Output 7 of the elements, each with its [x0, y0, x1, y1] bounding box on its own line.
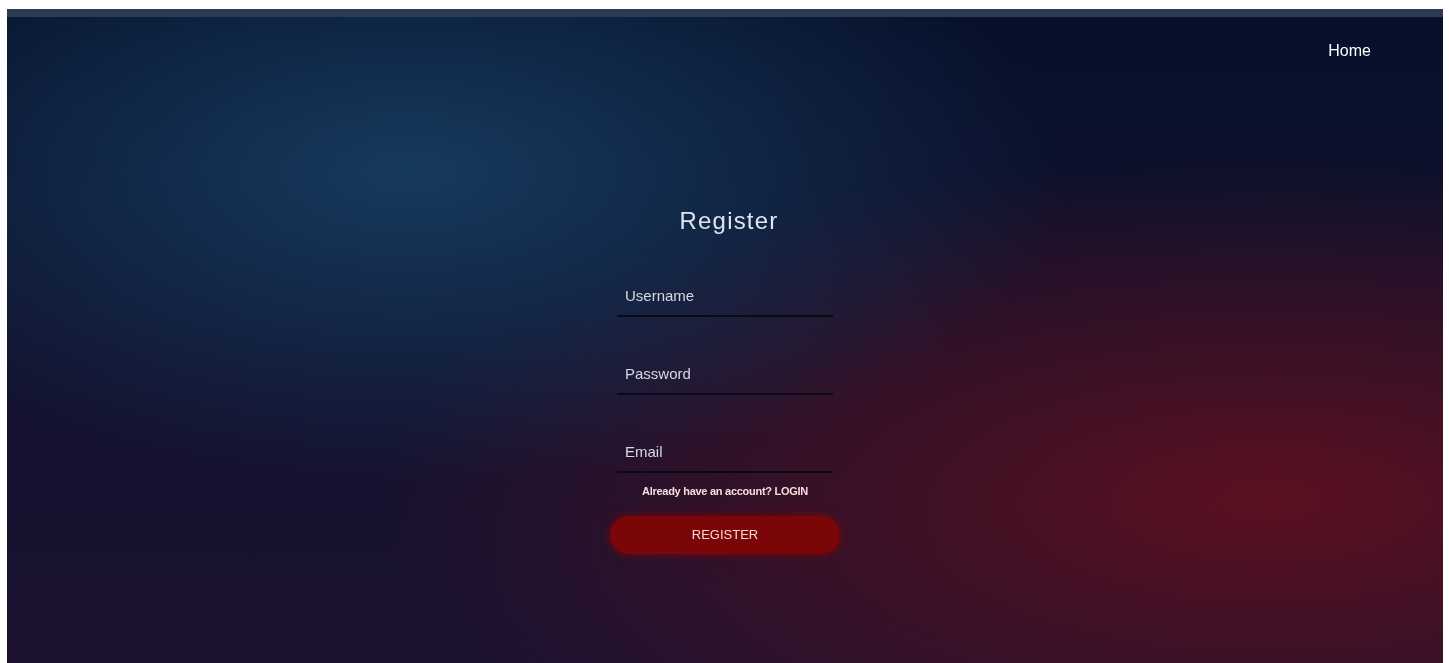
input-field[interactable]: Username — [617, 275, 833, 317]
register-button[interactable]: REGISTER — [610, 515, 840, 554]
input-field[interactable]: Email — [617, 431, 833, 473]
input-field[interactable]: Password — [617, 353, 833, 395]
home-link[interactable]: Home — [1328, 39, 1371, 63]
form-title: Register — [679, 206, 779, 236]
login-link[interactable]: Already have an account? LOGIN — [642, 483, 808, 500]
